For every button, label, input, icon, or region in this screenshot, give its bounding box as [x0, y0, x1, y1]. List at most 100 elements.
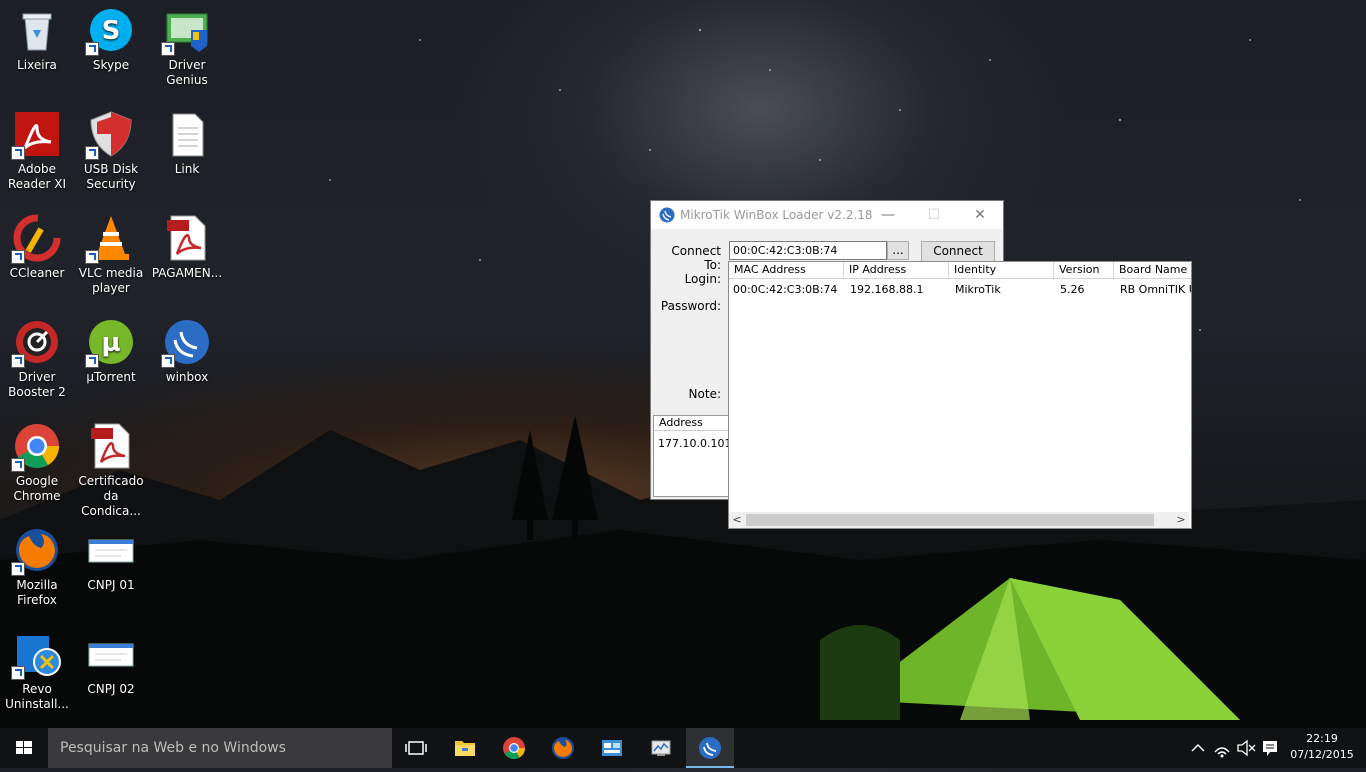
- scrollbar-thumb[interactable]: [746, 514, 1154, 526]
- desktop-icon-certificado-pdf[interactable]: Certificado da Condica...: [74, 422, 148, 519]
- horizontal-scrollbar[interactable]: < >: [729, 512, 1189, 528]
- revo-uninstaller-icon: [11, 630, 61, 680]
- driver-genius-icon: [161, 6, 211, 56]
- device-dropdown-list[interactable]: MAC Address IP Address Identity Version …: [728, 261, 1192, 529]
- shortcut-arrow-icon: [11, 250, 25, 264]
- column-header-board-name[interactable]: Board Name: [1114, 262, 1191, 278]
- taskbar-chrome[interactable]: [490, 728, 538, 768]
- table-row[interactable]: 00:0C:42:C3:0B:74 192.168.88.1 MikroTik …: [729, 281, 1191, 299]
- task-view-icon: [405, 741, 427, 755]
- desktop-icon-skype[interactable]: S Skype: [74, 6, 148, 73]
- shortcut-arrow-icon: [161, 42, 175, 56]
- desktop-icon-label: Driver Booster 2: [8, 370, 66, 399]
- desktop-icon-driver-genius[interactable]: Driver Genius: [150, 6, 224, 88]
- desktop-icon-winbox[interactable]: winbox: [150, 318, 224, 385]
- taskbar-firefox[interactable]: [539, 728, 587, 768]
- shortcut-arrow-icon: [11, 458, 25, 472]
- scroll-right-arrow[interactable]: >: [1173, 512, 1189, 528]
- ccleaner-icon: [11, 214, 61, 264]
- column-header-ip-address[interactable]: IP Address: [844, 262, 949, 278]
- winbox-icon: [161, 318, 211, 368]
- desktop-icon-label: winbox: [165, 370, 209, 384]
- utorrent-icon: µ: [85, 318, 135, 368]
- cell-ip-address: 192.168.88.1: [850, 283, 924, 296]
- desktop-icon-label: Adobe Reader XI: [7, 162, 67, 191]
- taskbar-network-tool[interactable]: [637, 728, 685, 768]
- cell-identity: MikroTik: [955, 283, 1001, 296]
- taskbar-clock[interactable]: 22:19 07/12/2015: [1284, 731, 1360, 763]
- desktop-icon-label: Certificado da Condica...: [78, 474, 144, 518]
- desktop-icon-label: VLC media player: [78, 266, 144, 295]
- close-button[interactable]: ✕: [957, 201, 1003, 229]
- volume-button[interactable]: [1234, 728, 1258, 768]
- taskbar-control-panel[interactable]: [588, 728, 636, 768]
- recycle-bin-icon: [13, 6, 61, 54]
- address-list-item[interactable]: 177.10.0.101: [654, 431, 732, 450]
- connect-to-input[interactable]: 00:0C:42:C3:0B:74: [729, 241, 887, 260]
- screenshot-file-icon: [87, 630, 135, 678]
- desktop-icon-link[interactable]: Link: [150, 110, 224, 177]
- taskbar-winbox[interactable]: [686, 728, 734, 768]
- desktop-icon-firefox[interactable]: Mozilla Firefox: [0, 526, 74, 608]
- address-list[interactable]: Address 177.10.0.101: [653, 415, 733, 497]
- chevron-up-icon: [1191, 743, 1205, 752]
- desktop-icon-lixeira[interactable]: Lixeira: [0, 6, 74, 73]
- wifi-status-button[interactable]: [1210, 728, 1234, 768]
- desktop-icon-cnpj-02[interactable]: CNPJ 02: [74, 630, 148, 697]
- desktop-icon-label: Driver Genius: [166, 58, 208, 87]
- maximize-button[interactable]: ☐: [911, 201, 957, 229]
- task-view-button[interactable]: [392, 728, 440, 768]
- password-label: Password:: [660, 299, 721, 313]
- minimize-button[interactable]: —: [865, 201, 911, 229]
- desktop-icon-adobe-reader[interactable]: Adobe Reader XI: [0, 110, 74, 192]
- shortcut-arrow-icon: [11, 146, 25, 160]
- shortcut-arrow-icon: [11, 562, 25, 576]
- firefox-icon: [552, 737, 574, 759]
- skype-icon: S: [85, 6, 135, 56]
- address-column-header[interactable]: Address: [654, 416, 732, 431]
- desktop-icon-cnpj-01[interactable]: CNPJ 01: [74, 526, 148, 593]
- show-hidden-icons-button[interactable]: [1186, 728, 1210, 768]
- windows-logo-icon: [16, 741, 32, 754]
- driver-booster-icon: [11, 318, 61, 368]
- search-box[interactable]: Pesquisar na Web e no Windows: [48, 728, 392, 768]
- action-center-button[interactable]: [1258, 728, 1282, 768]
- taskbar-file-explorer[interactable]: [441, 728, 489, 768]
- browse-button[interactable]: ...: [887, 241, 909, 260]
- desktop-icon-label: Mozilla Firefox: [16, 578, 58, 607]
- window-titlebar[interactable]: MikroTik WinBox Loader v2.2.18 — ☐ ✕: [651, 201, 1003, 229]
- note-label: Note:: [688, 387, 721, 401]
- desktop-icon-pagamento-pdf[interactable]: PAGAMEN...: [150, 214, 224, 281]
- desktop-icon-revo-uninstaller[interactable]: Revo Uninstall...: [0, 630, 74, 712]
- pdf-file-icon: [163, 214, 211, 262]
- scroll-left-arrow[interactable]: <: [729, 512, 745, 528]
- column-header-identity[interactable]: Identity: [949, 262, 1054, 278]
- screenshot-file-icon: [87, 526, 135, 574]
- desktop-icon-ccleaner[interactable]: CCleaner: [0, 214, 74, 281]
- desktop-icon-google-chrome[interactable]: Google Chrome: [0, 422, 74, 504]
- control-panel-icon: [602, 740, 622, 756]
- network-monitor-icon: [651, 740, 671, 756]
- adobe-reader-icon: [11, 110, 61, 160]
- desktop-icon-usb-disk-security[interactable]: USB Disk Security: [74, 110, 148, 192]
- desktop-icon-label: Lixeira: [17, 58, 57, 72]
- desktop-icon-driver-booster[interactable]: Driver Booster 2: [0, 318, 74, 400]
- device-list-header: MAC Address IP Address Identity Version …: [729, 262, 1191, 279]
- column-header-version[interactable]: Version: [1054, 262, 1114, 278]
- desktop-icon-vlc[interactable]: VLC media player: [74, 214, 148, 296]
- desktop-icon-label: PAGAMEN...: [151, 266, 223, 280]
- desktop-icon-label: CNPJ 02: [87, 682, 135, 696]
- connect-button[interactable]: Connect: [921, 241, 995, 262]
- login-label: Login:: [684, 272, 721, 286]
- shortcut-arrow-icon: [85, 42, 99, 56]
- desktop-icon-utorrent[interactable]: µ µTorrent: [74, 318, 148, 385]
- shortcut-arrow-icon: [85, 354, 99, 368]
- column-header-mac-address[interactable]: MAC Address: [729, 262, 844, 278]
- connect-to-label: Connect To:: [671, 244, 721, 272]
- vlc-cone-icon: [85, 214, 135, 264]
- wifi-icon: [1214, 747, 1230, 758]
- start-button[interactable]: [0, 728, 48, 768]
- pdf-file-icon: [87, 422, 135, 470]
- desktop-icon-label: Revo Uninstall...: [5, 682, 69, 711]
- desktop-icon-label: CCleaner: [9, 266, 65, 280]
